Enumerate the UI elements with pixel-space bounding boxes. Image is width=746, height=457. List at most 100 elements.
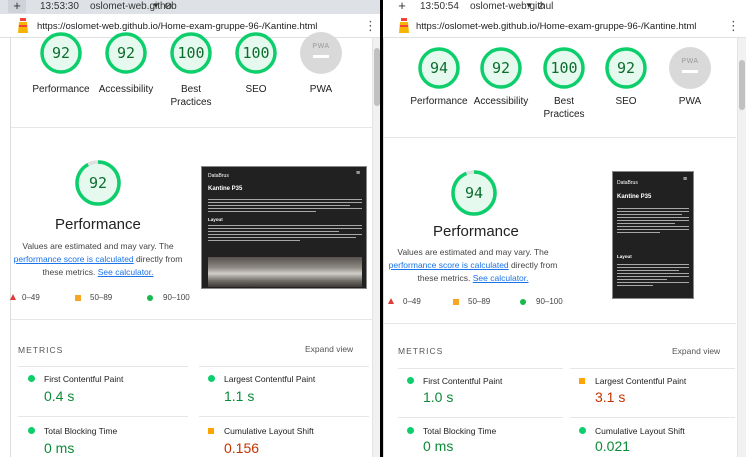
pass-circle-icon [28,375,35,382]
left-report-pane: + 13:53:30 oslomet-web.github ▼ ⊘ https:… [0,0,383,457]
performance-score-value: 94 [464,184,484,202]
category-title: Performance [55,216,141,233]
metric-name: Largest Contentful Paint [224,374,316,384]
score-calculated-link[interactable]: performance score is calculated [14,254,134,264]
gauge-label: Performance [410,96,468,107]
gauge-value: 100 [177,44,205,62]
performance-score-gauge: 94 [450,169,498,217]
metric-name: Cumulative Layout Shift [224,426,314,436]
pass-circle-icon [407,377,414,384]
gauge-ring: 100 [542,46,586,90]
pwa-dash [313,55,329,58]
divider [384,137,736,138]
legend-average: 50–89 [468,297,491,306]
tab-time[interactable]: 13:50:54 [420,1,459,12]
score-legend: 0–49 50–89 90–100 [0,292,200,304]
gauge-ring: 92 [479,46,523,90]
gauge-value: 94 [429,59,449,77]
metric-value: 1.0 s [423,389,454,405]
metric-value: 0.156 [224,440,260,456]
gauge-value: 100 [242,44,270,62]
divider [11,319,373,320]
gauge-ring: 100 [234,31,278,75]
gauge-label: PWA [309,84,333,95]
legend-pass: 90–100 [163,293,190,302]
final-screenshot[interactable]: DataBrus ≡ Kantine P35 Layout [201,166,367,289]
performance-description: Values are estimated and may vary. The p… [383,246,563,285]
metric-name: Largest Contentful Paint [595,376,687,386]
gauge-label: Performance [32,84,90,95]
pwa-badge-icon [669,47,711,89]
divider [11,127,373,128]
url-text[interactable]: https://oslomet-web.github.io/Home-exam-… [416,21,696,32]
gauge-ring: 92 [604,46,648,90]
address-bar[interactable]: https://oslomet-web.github.io/Home-exam-… [383,14,746,38]
ban-icon[interactable]: ⊘ [537,1,545,12]
plus-icon[interactable]: + [8,0,26,13]
fail-triangle-icon [10,294,16,300]
metric-divider [199,416,369,417]
legend-fail: 0–49 [22,293,40,302]
screenshot-photo [208,257,362,287]
see-calculator-link[interactable]: See calculator. [473,273,529,283]
tab-time[interactable]: 13:53:30 [40,1,79,12]
gauge-value: 92 [616,59,636,77]
gauge-label: Best Practices [543,96,585,120]
final-screenshot[interactable]: DataBrus ≡ Kantine P35 Layout [612,171,694,299]
gauge-ring: 92 [39,31,83,75]
metric-divider [18,366,188,367]
metric-name: First Contentful Paint [44,374,124,384]
gauge-value: 100 [550,59,578,77]
metric-value: 3.1 s [595,389,626,405]
pass-circle-icon [407,427,414,434]
pass-circle-icon [147,295,153,301]
metric-name: Total Blocking Time [44,426,118,436]
fail-triangle-icon [388,298,394,304]
expand-view-toggle[interactable]: Expand view [672,346,720,356]
right-report-pane: + 13:50:54 oslomet-web.githul ▼ ⊘ https:… [383,0,746,457]
scrollbar-thumb[interactable] [739,60,745,110]
pass-circle-icon [28,427,35,434]
gauge-value: 92 [51,44,71,62]
hamburger-icon: ≡ [356,170,361,177]
chevron-down-icon[interactable]: ▼ [525,1,533,10]
scrollbar[interactable] [737,38,746,457]
screenshot-title: Kantine P35 [617,194,652,200]
see-calculator-link[interactable]: See calculator. [98,267,154,277]
kebab-menu-icon[interactable]: ⋮ [727,18,740,34]
description-text-1: Values are estimated and may vary. The [397,247,549,257]
plus-icon[interactable]: + [393,0,411,13]
screenshot-text-lines-2 [617,264,689,288]
metric-value: 0.021 [595,438,631,454]
pass-circle-icon [208,375,215,382]
metric-divider [570,368,735,369]
average-square-icon [453,299,459,305]
ban-icon[interactable]: ⊘ [164,1,172,12]
expand-view-toggle[interactable]: Expand view [305,344,353,354]
pwa-badge: PWA [299,31,343,75]
hamburger-icon: ≡ [683,176,688,183]
legend-pass: 90–100 [536,297,563,306]
gauge-label: PWA [678,96,702,107]
metric-divider [18,416,188,417]
metric-value: 0 ms [44,440,75,456]
kebab-menu-icon[interactable]: ⋮ [364,18,377,34]
pwa-badge: PWA [668,46,712,90]
metrics-heading: METRICS [18,345,64,355]
metric-value: 0 ms [423,438,454,454]
category-title: Performance [433,223,519,240]
pass-circle-icon [579,427,586,434]
metric-divider [398,417,563,418]
screenshot-brand: DataBrus [617,180,638,186]
gauge-value: 92 [116,44,136,62]
description-text-1: Values are estimated and may vary. The [22,241,174,251]
gauge-ring: 92 [104,31,148,75]
gauge-value: 92 [491,59,511,77]
chevron-down-icon[interactable]: ▼ [152,1,160,10]
score-calculated-link[interactable]: performance score is calculated [389,260,509,270]
average-square-icon [579,378,585,384]
metric-divider [199,366,369,367]
metric-name: Total Blocking Time [423,426,497,436]
metric-divider [570,417,735,418]
metric-value: 1.1 s [224,388,255,404]
